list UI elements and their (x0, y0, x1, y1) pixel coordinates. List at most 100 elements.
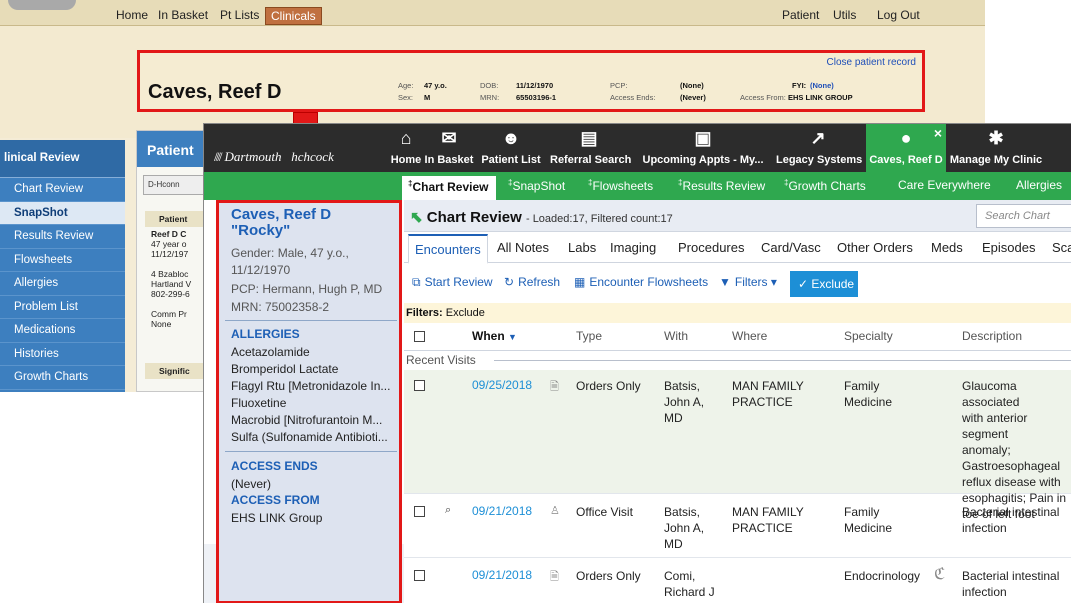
legacy-sidebar-growth-charts[interactable]: Growth Charts (0, 366, 125, 390)
home-icon: ⌂ (400, 128, 412, 148)
tab-growth-charts[interactable]: ‡Growth Charts (784, 178, 866, 193)
tab-encounters[interactable]: Encounters (408, 234, 488, 264)
tab-imaging[interactable]: Imaging (610, 240, 656, 255)
toolbar-patient-list-button[interactable]: ☻ Patient List (481, 124, 541, 172)
toolbar-referral-search-button[interactable]: ▤ Referral Search (550, 124, 631, 172)
tab-all-notes[interactable]: All Notes (497, 240, 549, 255)
back-arrow-icon[interactable]: ⬉ (410, 209, 423, 226)
calendar-icon: ▣ (694, 128, 712, 148)
close-icon[interactable]: × (934, 125, 942, 141)
encounter-date[interactable]: 09/21/2018 (472, 504, 532, 518)
toolbar-label: In Basket (424, 154, 474, 166)
row-checkbox[interactable] (414, 506, 425, 517)
encounter-date[interactable]: 09/25/2018 (472, 378, 532, 392)
fyi-value[interactable]: (None) (810, 81, 834, 90)
cell-line: MD (664, 537, 683, 551)
cell-line: Richard J (664, 585, 715, 599)
patient-storyboard-highlight: Caves, Reef D "Rocky" Gender: Male, 47 y… (216, 200, 402, 603)
search-chart-input[interactable]: Search Chart (976, 204, 1071, 228)
tab-care-everywhere[interactable]: Care Everywhere (898, 178, 991, 192)
select-all-checkbox[interactable] (414, 331, 425, 342)
dartmouth-hitchcock-logo: ////Dartmouth hchcock (214, 149, 334, 164)
tab-snapshot[interactable]: ‡SnapShot (508, 178, 565, 193)
encounter-toolbar: ⧉ Start Review ↻ Refresh ▦ Encounter Flowsh… (404, 263, 1071, 303)
check-icon: ✓ (798, 277, 809, 291)
referral-icon: ▤ (580, 128, 598, 148)
access-from-value: EHS LINK GROUP (788, 93, 853, 102)
table-row[interactable]: 09/25/2018 🗎 Orders Only Batsis, John A, M… (404, 370, 1071, 521)
tab-flowsheets[interactable]: ‡Flowsheets (588, 178, 653, 193)
allergies-heading[interactable]: ALLERGIES (231, 327, 300, 341)
toolbar-in-basket-button[interactable]: ✉ In Basket (424, 124, 474, 172)
legacy-nav-utils[interactable]: Utils (833, 8, 856, 22)
tab-allergies[interactable]: Allergies (1016, 178, 1062, 192)
tab-other-orders[interactable]: Other Orders (837, 240, 913, 255)
tab-chart-review[interactable]: ‡Chart Review (402, 176, 497, 200)
allergy-item: Macrobid [Nitrofurantoin M... (231, 413, 383, 427)
patient-name[interactable]: Caves, Reef D "Rocky" (231, 207, 331, 239)
cell-line: PRACTICE (732, 521, 793, 535)
cell-line: PRACTICE (732, 395, 793, 409)
column-where[interactable]: Where (732, 329, 767, 343)
tab-results-review[interactable]: ‡Results Review (678, 178, 765, 193)
close-patient-record-link[interactable]: Close patient record (827, 57, 917, 68)
chart-review-subtabs: Encounters All Notes Labs Imaging Proced… (404, 232, 1071, 264)
encounter-flowsheets-button[interactable]: ▦ Encounter Flowsheets (574, 275, 708, 289)
column-type[interactable]: Type (576, 329, 602, 343)
legacy-nav-log-out[interactable]: Log Out (877, 8, 920, 22)
brand-suffix: hchcock (291, 149, 334, 164)
patient-pcp[interactable]: PCP: Hermann, Hugh P, MD (231, 281, 382, 298)
mail-icon: ✉ (441, 128, 457, 148)
encounter-provider: Comi, Richard J (664, 568, 715, 600)
encounter-description: Bacterial intestinal infection (962, 504, 1059, 536)
cell-line: Gastroesophageal (962, 459, 1061, 473)
toolbar-patient-tab[interactable]: × ● Caves, Reef D (866, 124, 946, 172)
encounter-type: Office Visit (576, 505, 633, 519)
toolbar-legacy-systems-button[interactable]: ↗ Legacy Systems (776, 124, 862, 172)
row-checkbox[interactable] (414, 570, 425, 581)
exclude-button[interactable]: ✓ Exclude (790, 271, 858, 297)
age-label: Age: (398, 81, 414, 90)
external-link-icon: ↗ (810, 128, 826, 148)
legacy-nav-clinicals[interactable]: Clinicals (265, 7, 322, 25)
legacy-sidebar-allergies[interactable]: Allergies (0, 272, 125, 296)
table-row[interactable]: ⌕ 09/21/2018 ♙ Office Visit Batsis, John … (404, 494, 1071, 558)
cell-line: Glaucoma associated (962, 379, 1020, 409)
legacy-nav-patient[interactable]: Patient (782, 8, 819, 22)
legacy-nav-pt-lists[interactable]: Pt Lists (220, 8, 259, 22)
encounter-date[interactable]: 09/21/2018 (472, 568, 532, 582)
start-review-button[interactable]: ⧉ Start Review (412, 275, 493, 290)
legacy-sidebar-chart-review[interactable]: Chart Review (0, 178, 125, 202)
table-row[interactable]: 09/21/2018 🗎 Orders Only Comi, Richard J … (404, 558, 1071, 603)
toolbar-home-button[interactable]: ⌂ Home (390, 124, 422, 172)
refresh-button[interactable]: ↻ Refresh (504, 275, 560, 289)
legacy-sidebar-histories[interactable]: Histories (0, 343, 125, 366)
legacy-nav-home[interactable]: Home (116, 8, 148, 22)
legacy-sidebar-results-review[interactable]: Results Review (0, 225, 125, 249)
legacy-sidebar-flowsheets[interactable]: Flowsheets (0, 249, 125, 272)
column-when[interactable]: When ▼ (472, 329, 517, 343)
encounter-description: Bacterial intestinal infection (962, 568, 1059, 600)
cell-line: John A, (664, 521, 705, 535)
legacy-nav-in-basket[interactable]: In Basket (158, 8, 208, 22)
legacy-sidebar-medications[interactable]: Medications (0, 319, 125, 343)
filters-dropdown[interactable]: ▼ Filters ▾ (719, 275, 777, 289)
row-checkbox[interactable] (414, 380, 425, 391)
toolbar-upcoming-appts-button[interactable]: ▣ Upcoming Appts - My... (638, 124, 768, 172)
encounter-specialty: Family Medicine (844, 378, 892, 410)
cell-line: Comi, (664, 569, 696, 583)
column-with[interactable]: With (664, 329, 688, 343)
tab-labs[interactable]: Labs (568, 240, 596, 255)
encounter-provider: Batsis, John A, MD (664, 378, 704, 426)
tab-episodes[interactable]: Episodes (982, 240, 1035, 255)
legacy-sidebar-snapshot[interactable]: SnapShot (0, 201, 125, 225)
tab-card-vasc[interactable]: Card/Vasc (761, 240, 821, 255)
tab-meds[interactable]: Meds (931, 240, 963, 255)
tab-procedures[interactable]: Procedures (678, 240, 744, 255)
column-description[interactable]: Description (962, 329, 1022, 343)
column-specialty[interactable]: Specialty (844, 329, 893, 343)
toolbar-manage-my-clinic-button[interactable]: ✱ Manage My Clinic (948, 124, 1044, 172)
tab-scans[interactable]: Sca (1052, 240, 1071, 255)
tab-label: Chart Review (412, 180, 489, 194)
legacy-sidebar-problem-list[interactable]: Problem List (0, 296, 125, 319)
